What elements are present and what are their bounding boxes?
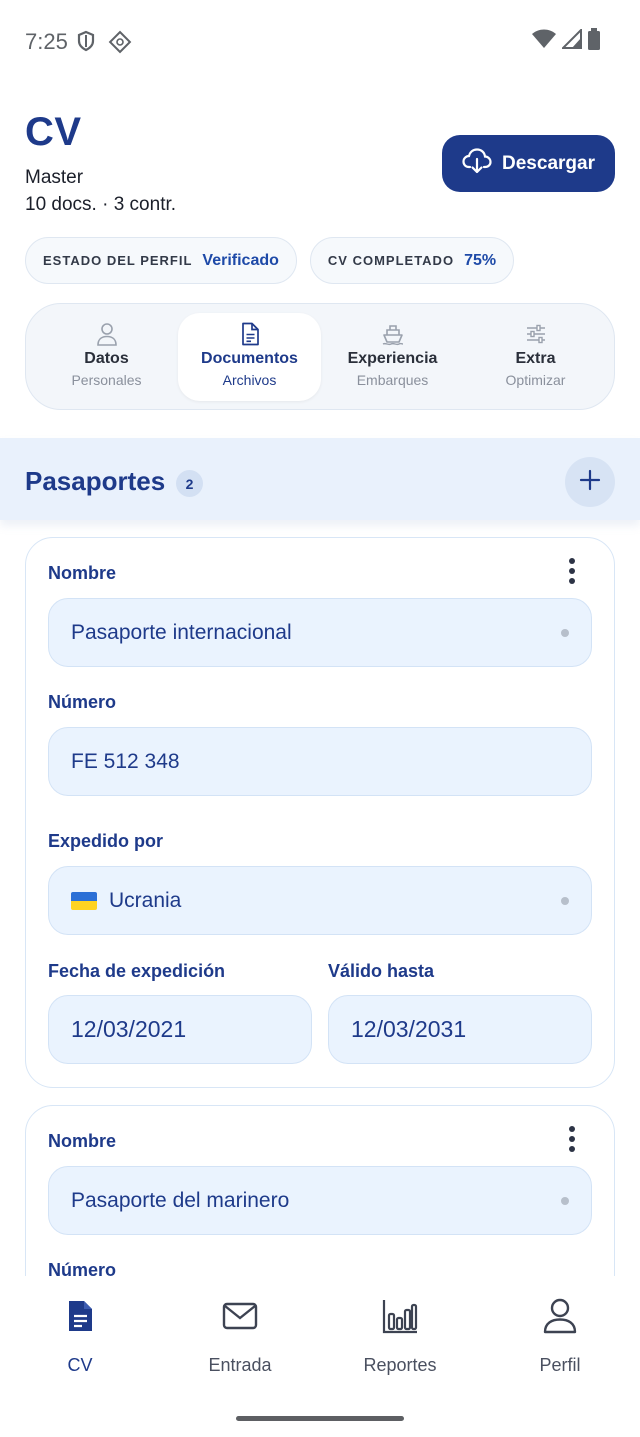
chip-value: 75%	[464, 251, 497, 269]
nav-entrada[interactable]: Entrada	[160, 1298, 320, 1376]
field-label: Número	[48, 692, 117, 712]
tab-label: Extra	[515, 350, 556, 367]
field-value: 12/03/2021	[71, 1016, 187, 1042]
field-value: 12/03/2031	[351, 1016, 467, 1042]
mail-icon	[222, 1302, 258, 1335]
profile-chips: ESTADO DEL PERFIL Verificado CV COMPLETA…	[25, 237, 515, 284]
bottom-navigation: CV Entrada Reportes Perfil	[0, 1276, 640, 1437]
nav-label: CV	[67, 1355, 93, 1375]
tab-experiencia[interactable]: Experiencia Embarques	[321, 313, 464, 401]
cv-meta-text: 10 docs. · 3 contr.	[25, 194, 177, 215]
more-options-icon[interactable]	[560, 556, 584, 586]
gesture-home-bar[interactable]	[236, 1416, 404, 1421]
cv-header: CV Master 10 docs. · 3 contr. Descargar	[25, 110, 615, 215]
tab-sublabel: Optimizar	[505, 372, 566, 388]
chip-value: Verificado	[202, 251, 279, 269]
passport-card: Nombre Pasaporte del marinero Número	[25, 1105, 615, 1276]
issue-date-input[interactable]: 12/03/2021	[48, 995, 312, 1064]
status-bar: 7:25	[0, 0, 640, 84]
document-icon	[240, 322, 260, 346]
valid-until-input[interactable]: 12/03/2031	[328, 995, 592, 1064]
nav-label: Entrada	[208, 1355, 272, 1375]
cv-document-icon	[66, 1299, 94, 1338]
tab-datos[interactable]: Datos Personales	[35, 313, 178, 401]
more-options-icon[interactable]	[560, 1124, 584, 1154]
cv-section-tabs: Datos Personales Documentos Archivos Exp…	[25, 303, 615, 410]
tab-label: Documentos	[201, 350, 298, 367]
passports-section-header: Pasaportes 2	[0, 438, 640, 520]
battery-icon	[588, 28, 600, 55]
chip-key: CV COMPLETADO	[327, 253, 455, 268]
field-label: Nombre	[48, 563, 117, 583]
profile-status-chip: ESTADO DEL PERFIL Verificado	[25, 237, 297, 284]
shield-icon	[76, 30, 96, 57]
add-passport-button[interactable]	[565, 457, 615, 507]
status-time: 7:25	[25, 29, 68, 54]
passport-number-input[interactable]: FE 512 348	[48, 727, 592, 796]
download-button[interactable]: Descargar	[442, 135, 615, 192]
field-value: Pasaporte del marinero	[71, 1188, 290, 1212]
dropdown-indicator-icon	[561, 897, 569, 905]
signal-icon	[560, 27, 582, 54]
field-label: Nombre	[48, 1131, 117, 1151]
section-title: Pasaportes	[25, 466, 166, 496]
chip-key: ESTADO DEL PERFIL	[43, 253, 193, 268]
field-value: Pasaporte internacional	[71, 620, 292, 644]
field-label: Válido hasta	[328, 961, 435, 981]
tab-sublabel: Embarques	[356, 372, 429, 388]
wifi-icon	[532, 29, 556, 54]
person-icon	[96, 322, 118, 346]
field-label: Fecha de expedición	[48, 961, 226, 981]
rank-text: Master	[25, 167, 84, 188]
passport-card: Nombre Pasaporte internacional Número FE…	[25, 537, 615, 1088]
tab-extra[interactable]: Extra Optimizar	[464, 313, 607, 401]
dropdown-indicator-icon	[561, 1197, 569, 1205]
tab-documentos[interactable]: Documentos Archivos	[178, 313, 321, 401]
cloud-download-icon	[462, 147, 492, 180]
tab-sublabel: Personales	[71, 372, 142, 388]
download-label: Descargar	[502, 152, 595, 174]
sliders-icon	[524, 322, 548, 346]
plus-icon	[579, 469, 601, 496]
cv-completion-chip: CV COMPLETADO 75%	[309, 237, 515, 284]
field-value: Ucrania	[109, 888, 182, 912]
tab-label: Experiencia	[347, 350, 438, 367]
tab-sublabel: Archivos	[222, 372, 277, 388]
nav-cv[interactable]: CV	[0, 1298, 160, 1376]
bar-chart-icon	[382, 1298, 418, 1339]
passports-list[interactable]: Nombre Pasaporte internacional Número FE…	[0, 520, 640, 1276]
nav-label: Reportes	[363, 1355, 437, 1375]
passport-name-select[interactable]: Pasaporte del marinero	[48, 1166, 592, 1235]
issued-by-select[interactable]: Ucrania	[48, 866, 592, 935]
ukraine-flag-icon	[71, 891, 97, 910]
nav-perfil[interactable]: Perfil	[480, 1298, 640, 1376]
nav-reportes[interactable]: Reportes	[320, 1298, 480, 1376]
section-count-badge: 2	[176, 470, 203, 497]
dropdown-indicator-icon	[561, 629, 569, 637]
nav-label: Perfil	[539, 1355, 581, 1375]
person-icon	[543, 1298, 577, 1339]
sim-toolkit-icon	[108, 30, 132, 59]
ship-icon	[381, 322, 405, 346]
field-label: Número	[48, 1260, 117, 1276]
field-label: Expedido por	[48, 831, 164, 851]
passport-name-select[interactable]: Pasaporte internacional	[48, 598, 592, 667]
tab-label: Datos	[84, 350, 129, 367]
field-value: FE 512 348	[71, 749, 180, 773]
